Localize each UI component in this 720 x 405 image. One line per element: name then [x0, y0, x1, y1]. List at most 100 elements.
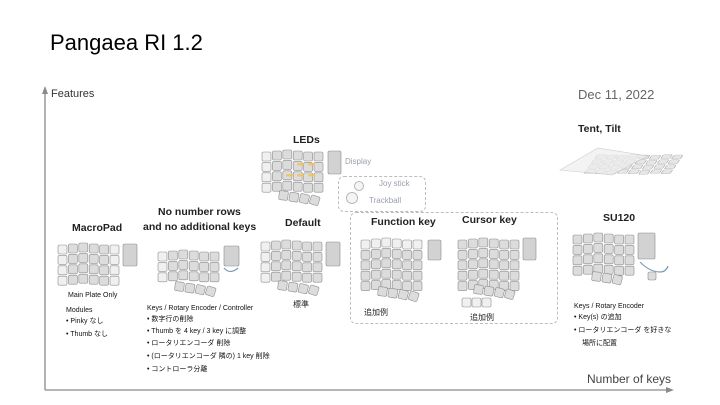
- tent-key: [638, 170, 651, 175]
- key: [291, 251, 302, 261]
- key: [614, 265, 624, 276]
- key: [593, 253, 604, 264]
- key: [478, 237, 489, 248]
- key: [281, 260, 292, 271]
- cursor-key-extra: [461, 297, 472, 308]
- tent-key: [660, 169, 673, 174]
- thumb-key: [483, 285, 495, 297]
- key: [109, 275, 120, 286]
- su120-note: • ロータリエンコーダ を好きな: [574, 327, 672, 334]
- tent-key: [671, 154, 684, 160]
- key: [68, 243, 78, 254]
- cursor-key-controller: [522, 237, 537, 261]
- key: [499, 239, 509, 250]
- no-number-rows-note: • 数字行の削除: [147, 316, 194, 323]
- thumb-key: [297, 283, 309, 295]
- key: [291, 261, 302, 272]
- key: [88, 254, 99, 264]
- tent-key: [657, 159, 669, 164]
- key: [271, 271, 281, 282]
- key: [291, 240, 302, 251]
- thumb-key: [387, 287, 399, 299]
- key: [313, 162, 324, 172]
- key: [312, 241, 323, 252]
- key: [261, 151, 272, 162]
- thumb-key: [288, 191, 300, 203]
- led-strip: [308, 174, 315, 177]
- joystick-label: Joy stick: [379, 179, 410, 188]
- key: [168, 261, 178, 271]
- key: [261, 162, 272, 172]
- no-number-rows-notes-heading: Keys / Rotary Encoder / Controller: [147, 305, 254, 312]
- key: [478, 248, 489, 258]
- key: [391, 269, 402, 280]
- key: [603, 254, 614, 265]
- key: [272, 181, 282, 192]
- no-number-rows-controller: [223, 245, 240, 267]
- key: [271, 261, 281, 272]
- key: [209, 251, 220, 262]
- key: [312, 262, 323, 273]
- no-number-rows-title-line2: and no additional keys: [143, 221, 257, 233]
- key: [391, 238, 402, 249]
- su120-note: • Key(s) の追加: [574, 314, 622, 321]
- key: [168, 271, 178, 282]
- key: [291, 271, 302, 282]
- thumb-key: [194, 284, 206, 296]
- key: [199, 272, 209, 283]
- key: [412, 270, 423, 281]
- led-strip: [297, 174, 304, 177]
- led-strip: [308, 163, 315, 166]
- key: [157, 272, 168, 283]
- key: [313, 172, 324, 183]
- key: [488, 249, 499, 259]
- key: [360, 239, 371, 250]
- key: [178, 249, 189, 260]
- key: [188, 261, 199, 271]
- cursor-key-extra: [471, 297, 482, 308]
- display-label: Display: [345, 157, 372, 166]
- tent-key: [664, 164, 677, 170]
- key: [88, 274, 99, 285]
- key: [281, 270, 292, 281]
- key: [360, 260, 371, 271]
- key: [157, 251, 168, 262]
- thumb-key: [397, 289, 409, 301]
- key: [312, 272, 323, 283]
- key: [281, 239, 292, 250]
- key: [209, 262, 220, 272]
- su120-title: SU120: [603, 212, 636, 224]
- thumb-key: [174, 281, 185, 292]
- tent-key: [660, 154, 673, 159]
- key: [509, 281, 520, 291]
- key: [583, 264, 593, 275]
- cursor-key-caption: 追加例: [470, 313, 494, 322]
- key: [109, 255, 120, 265]
- thumb-key: [591, 271, 602, 282]
- key: [614, 245, 624, 255]
- key: [360, 250, 371, 260]
- cursor-key-title: Cursor key: [462, 214, 517, 226]
- key: [78, 263, 89, 274]
- key: [499, 270, 509, 281]
- key: [302, 241, 312, 252]
- tent-key: [653, 164, 666, 169]
- key: [302, 272, 312, 283]
- key: [271, 251, 281, 261]
- key: [391, 259, 402, 270]
- cursor-key-extra: [481, 297, 492, 308]
- key: [468, 249, 478, 259]
- key: [168, 250, 178, 261]
- thumb-key: [184, 282, 196, 294]
- key: [303, 151, 313, 162]
- key: [583, 233, 593, 244]
- macropad-title: MacroPad: [72, 222, 123, 234]
- key: [178, 270, 189, 281]
- thumb-key: [473, 284, 484, 295]
- key: [209, 272, 220, 283]
- key: [99, 275, 109, 286]
- key: [199, 251, 209, 262]
- key: [488, 269, 499, 280]
- key: [572, 255, 583, 266]
- key: [199, 262, 209, 272]
